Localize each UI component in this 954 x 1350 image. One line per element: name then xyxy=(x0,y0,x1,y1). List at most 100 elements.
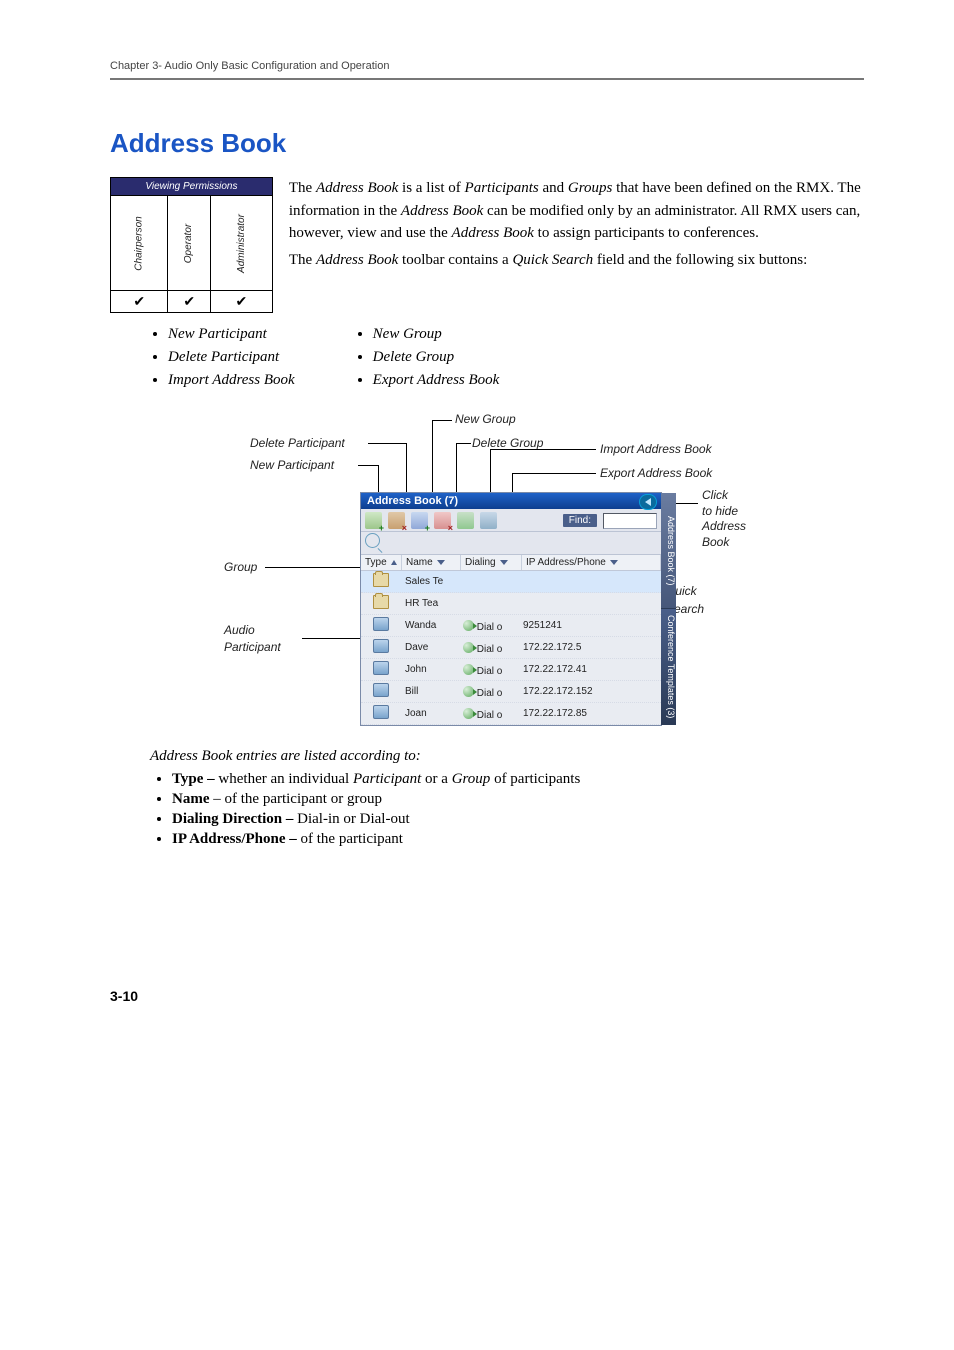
permissions-table: Viewing Permissions Chairperson Operator… xyxy=(110,177,273,313)
cell-type xyxy=(361,703,401,724)
cell-type xyxy=(361,659,401,680)
cell-dialing: Dial o xyxy=(459,639,519,657)
pane-title-text: Address Book (7) xyxy=(367,495,458,507)
btn-item: Delete Group xyxy=(373,346,500,369)
cell-name: Wanda xyxy=(401,618,459,633)
table-row[interactable]: Sales Te xyxy=(361,571,661,593)
participant-icon xyxy=(373,639,389,653)
cell-ip: 172.22.172.152 xyxy=(519,684,661,699)
quick-search-row xyxy=(361,532,661,555)
role-operator: Operator xyxy=(168,196,210,291)
export-address-book-icon[interactable] xyxy=(480,512,497,529)
table-row[interactable]: Bill Dial o172.22.172.152 xyxy=(361,681,661,703)
cell-ip xyxy=(519,580,661,584)
cell-name: HR Tea xyxy=(401,596,459,611)
cell-ip: 172.22.172.85 xyxy=(519,706,661,721)
col-name[interactable]: Name xyxy=(402,555,461,570)
leader-line xyxy=(512,473,596,474)
cell-ip: 172.22.172.41 xyxy=(519,662,661,677)
callout-group: Group xyxy=(224,560,257,574)
leader-line xyxy=(265,567,360,568)
table-row[interactable]: Dave Dial o172.22.172.5 xyxy=(361,637,661,659)
figure: New Group Delete Participant Delete Grou… xyxy=(150,412,790,742)
role-chairperson: Chairperson xyxy=(111,196,168,291)
dial-out-icon xyxy=(463,642,474,653)
group-icon xyxy=(373,595,389,609)
dial-out-icon xyxy=(463,620,474,631)
section-title: Address Book xyxy=(110,128,864,159)
leader-line xyxy=(490,449,596,450)
permissions-title: Viewing Permissions xyxy=(111,178,273,196)
filter-icon xyxy=(437,560,445,565)
leader-line xyxy=(302,638,362,639)
leader-line xyxy=(432,420,452,421)
table-row[interactable]: Joan Dial o172.22.172.85 xyxy=(361,703,661,725)
side-tab-conference-templates[interactable]: Conference Templates (3) xyxy=(661,609,676,725)
cell-name: Joan xyxy=(401,706,459,721)
check-chairperson: ✔ xyxy=(111,291,168,313)
cell-name: Sales Te xyxy=(401,574,459,589)
dial-out-icon xyxy=(463,708,474,719)
callout-new-participant: New Participant xyxy=(250,458,334,472)
btn-item: New Participant xyxy=(168,323,295,346)
participant-icon xyxy=(373,617,389,631)
col-type[interactable]: Type xyxy=(361,555,402,570)
column-headers: Type Name Dialing IP Address/Phone xyxy=(361,555,661,571)
cell-dialing: Dial o xyxy=(459,661,519,679)
cell-type xyxy=(361,593,401,614)
after-figure: Address Book entries are listed accordin… xyxy=(150,748,864,848)
list-item: Dialing Direction – Dial-in or Dial-out xyxy=(172,811,864,828)
filter-icon xyxy=(500,560,508,565)
new-participant-icon[interactable] xyxy=(365,512,382,529)
callout-audio-participant: Audio Participant xyxy=(224,622,281,656)
search-icon[interactable] xyxy=(365,533,380,548)
sort-arrow-icon xyxy=(391,560,397,565)
list-item: Name – of the participant or group xyxy=(172,791,864,808)
find-input[interactable] xyxy=(603,513,657,529)
side-tab-address-book[interactable]: Address Book (7) xyxy=(661,493,676,609)
cell-dialing: Dial o xyxy=(459,683,519,701)
cell-ip: 9251241 xyxy=(519,618,661,633)
side-tabs: Address Book (7) Conference Templates (3… xyxy=(661,493,676,725)
cell-dialing: Dial o xyxy=(459,617,519,635)
cell-type xyxy=(361,681,401,702)
leader-line xyxy=(358,465,378,466)
table-row[interactable]: HR Tea xyxy=(361,593,661,615)
cell-dialing xyxy=(459,580,519,584)
table-row[interactable]: John Dial o172.22.172.41 xyxy=(361,659,661,681)
cell-type xyxy=(361,637,401,658)
participant-icon xyxy=(373,661,389,675)
cell-type xyxy=(361,571,401,592)
leader-line xyxy=(368,443,406,444)
import-address-book-icon[interactable] xyxy=(457,512,474,529)
col-ip[interactable]: IP Address/Phone xyxy=(522,555,661,570)
address-book-pane: Address Book (7) Find: Type Name Dialing xyxy=(360,492,662,726)
callout-delete-group: Delete Group xyxy=(472,436,543,450)
table-row[interactable]: Wanda Dial o9251241 xyxy=(361,615,661,637)
delete-group-icon[interactable] xyxy=(434,512,451,529)
callout-new-group: New Group xyxy=(455,412,516,426)
cell-ip: 172.22.172.5 xyxy=(519,640,661,655)
rows-host: Sales TeHR TeaWanda Dial o9251241Dave Di… xyxy=(361,571,661,725)
list-item: Type – whether an individual Participant… xyxy=(172,771,864,788)
toolbar-button-list: New Participant Delete Participant Impor… xyxy=(150,323,864,392)
callout-delete-participant: Delete Participant xyxy=(250,436,345,450)
chapter-heading: Chapter 3- Audio Only Basic Configuratio… xyxy=(110,60,864,72)
new-group-icon[interactable] xyxy=(411,512,428,529)
cell-name: Bill xyxy=(401,684,459,699)
hide-pane-button[interactable] xyxy=(639,494,657,510)
list-item: IP Address/Phone – of the participant xyxy=(172,831,864,848)
filter-icon xyxy=(610,560,618,565)
delete-participant-icon[interactable] xyxy=(388,512,405,529)
col-dialing[interactable]: Dialing xyxy=(461,555,522,570)
find-label: Find: xyxy=(563,514,597,527)
pane-toolbar: Find: xyxy=(361,509,661,532)
participant-icon xyxy=(373,683,389,697)
divider xyxy=(110,78,864,80)
leader-line xyxy=(456,443,471,444)
group-icon xyxy=(373,573,389,587)
page: Chapter 3- Audio Only Basic Configuratio… xyxy=(0,0,954,1064)
check-operator: ✔ xyxy=(168,291,210,313)
intro-text: The Address Book is a list of Participan… xyxy=(289,177,864,275)
btn-item: Delete Participant xyxy=(168,346,295,369)
